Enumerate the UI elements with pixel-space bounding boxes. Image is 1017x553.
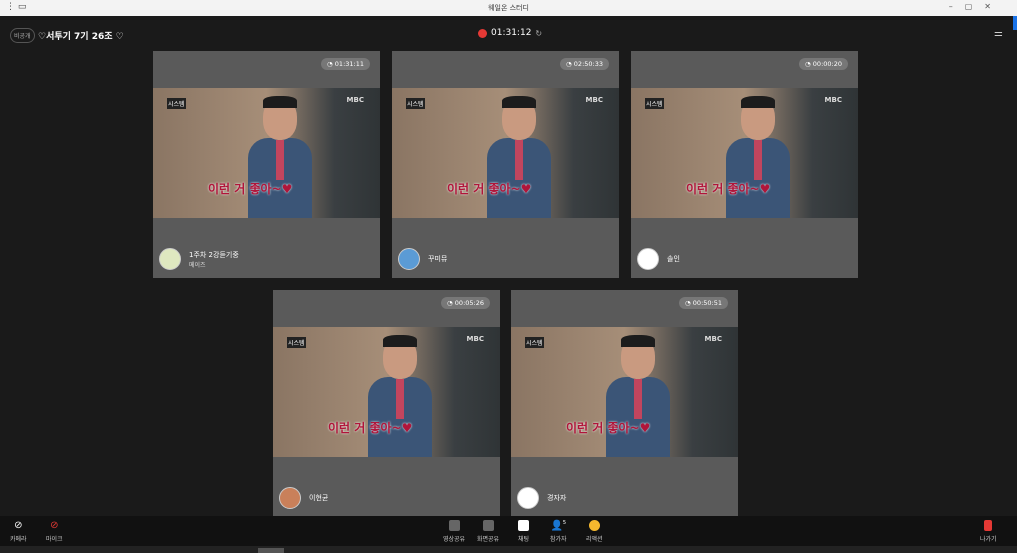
avatar bbox=[637, 248, 659, 270]
settings-icon[interactable]: ⚌ bbox=[994, 28, 1003, 39]
participant-info: 1주차 2강듣기중 메이즈 bbox=[159, 248, 239, 270]
video-caption: 이런 거 좋아~♥ bbox=[686, 182, 771, 196]
title-bar: ⋮ ▭ 웨일온 스터디 –▢✕ bbox=[0, 0, 1017, 16]
participant-info: 솔인 bbox=[637, 248, 680, 270]
participant-subtitle: 메이즈 bbox=[189, 261, 206, 269]
participant-name: 솔인 bbox=[667, 255, 680, 263]
record-icon bbox=[478, 28, 487, 38]
person-image bbox=[726, 96, 790, 218]
show-logo: 시스템 bbox=[287, 337, 306, 348]
avatar bbox=[517, 487, 539, 509]
emoji-icon bbox=[588, 520, 600, 531]
show-logo: 시스템 bbox=[645, 98, 664, 109]
reaction-button[interactable]: 리액션 bbox=[586, 520, 603, 543]
exit-icon bbox=[984, 520, 993, 531]
avatar bbox=[279, 487, 301, 509]
mic-off-icon: ⊘ bbox=[50, 520, 59, 531]
participant-info: 이현균 bbox=[279, 487, 328, 509]
person-icon: 👤5 bbox=[550, 520, 567, 532]
participant-tile[interactable]: 시스템 MBC 이런 거 좋아~♥ ◔ 02:50:33 꾸미뮤 bbox=[392, 51, 619, 278]
study-timer: ◔ 02:50:33 bbox=[560, 58, 609, 70]
avatar bbox=[159, 248, 181, 270]
video-feed: 시스템 MBC 이런 거 좋아~♥ bbox=[273, 327, 500, 457]
video-share-button[interactable]: 영상공유 bbox=[443, 520, 465, 543]
show-logo: 시스템 bbox=[406, 98, 425, 109]
video-feed: 시스템 MBC 이런 거 좋아~♥ bbox=[153, 88, 380, 218]
participant-info: 꾸미뮤 bbox=[398, 248, 447, 270]
video-caption: 이런 거 좋아~♥ bbox=[566, 421, 651, 435]
person-image bbox=[368, 335, 432, 457]
participant-name: 경자자 bbox=[547, 494, 567, 502]
visibility-badge: 비공개 bbox=[10, 28, 35, 43]
bottom-toolbar: ⊘ 카메라 ⊘ 마이크 영상공유 화면공유 채팅 👤5 참가자 리액션 나가기 bbox=[0, 516, 1017, 546]
screen-share-icon bbox=[482, 520, 494, 531]
channel-logo: MBC bbox=[824, 96, 842, 104]
recording-time: 01:31:12 bbox=[491, 28, 532, 38]
window-controls[interactable]: –▢✕ bbox=[949, 2, 1003, 11]
person-image bbox=[248, 96, 312, 218]
participant-info: 경자자 bbox=[517, 487, 566, 509]
recording-indicator: 01:31:12 ↻ bbox=[478, 28, 542, 38]
video-caption: 이런 거 좋아~♥ bbox=[447, 182, 532, 196]
video-caption: 이런 거 좋아~♥ bbox=[328, 421, 413, 435]
participant-tile[interactable]: 시스템 MBC 이런 거 좋아~♥ ◔ 00:05:26 이현균 bbox=[273, 290, 500, 517]
mic-button[interactable]: ⊘ 마이크 bbox=[46, 520, 63, 543]
channel-logo: MBC bbox=[704, 335, 722, 343]
screen-share-button[interactable]: 화면공유 bbox=[477, 520, 499, 543]
play-icon bbox=[448, 520, 460, 531]
participant-name: 꾸미뮤 bbox=[428, 255, 448, 263]
video-feed: 시스템 MBC 이런 거 좋아~♥ bbox=[511, 327, 738, 457]
avatar bbox=[398, 248, 420, 270]
leave-button[interactable]: 나가기 bbox=[980, 520, 997, 543]
show-logo: 시스템 bbox=[525, 337, 544, 348]
channel-logo: MBC bbox=[585, 96, 603, 104]
person-image bbox=[487, 96, 551, 218]
participant-tile[interactable]: 시스템 MBC 이런 거 좋아~♥ ◔ 00:00:20 솔인 bbox=[631, 51, 858, 278]
participant-tile[interactable]: 시스템 MBC 이런 거 좋아~♥ ◔ 00:50:51 경자자 bbox=[511, 290, 738, 517]
participant-name: 1주차 2강듣기중 bbox=[189, 250, 239, 259]
chat-button[interactable]: 채팅 bbox=[518, 520, 529, 543]
participant-tile[interactable]: 시스템 MBC 이런 거 좋아~♥ ◔ 01:31:11 1주차 2강듣기중 메… bbox=[153, 51, 380, 278]
video-feed: 시스템 MBC 이런 거 좋아~♥ bbox=[631, 88, 858, 218]
person-image bbox=[606, 335, 670, 457]
scrollbar-thumb[interactable] bbox=[258, 548, 284, 553]
room-title: ♡서투기 7기 26조 ♡ bbox=[38, 32, 124, 42]
study-timer: ◔ 01:31:11 bbox=[321, 58, 370, 70]
participant-name: 이현균 bbox=[309, 494, 329, 502]
study-timer: ◔ 00:50:51 bbox=[679, 297, 728, 309]
video-caption: 이런 거 좋아~♥ bbox=[208, 182, 293, 196]
camera-button[interactable]: ⊘ 카메라 bbox=[10, 520, 27, 543]
chat-icon bbox=[518, 520, 530, 531]
meeting-header: 비공개 ♡서투기 7기 26조 ♡ 01:31:12 ↻ ⚌ bbox=[0, 26, 1017, 44]
channel-logo: MBC bbox=[466, 335, 484, 343]
channel-logo: MBC bbox=[346, 96, 364, 104]
video-feed: 시스템 MBC 이런 거 좋아~♥ bbox=[392, 88, 619, 218]
study-timer: ◔ 00:00:20 bbox=[799, 58, 848, 70]
window-title: 웨일온 스터디 bbox=[488, 4, 529, 12]
show-logo: 시스템 bbox=[167, 98, 186, 109]
menu-icon[interactable]: ⋮ ▭ bbox=[6, 2, 26, 12]
camera-off-icon: ⊘ bbox=[14, 520, 23, 531]
refresh-icon[interactable]: ↻ bbox=[535, 29, 542, 38]
participants-button[interactable]: 👤5 참가자 bbox=[550, 520, 567, 543]
study-timer: ◔ 00:05:26 bbox=[441, 297, 490, 309]
horizontal-scrollbar[interactable] bbox=[0, 546, 1017, 553]
